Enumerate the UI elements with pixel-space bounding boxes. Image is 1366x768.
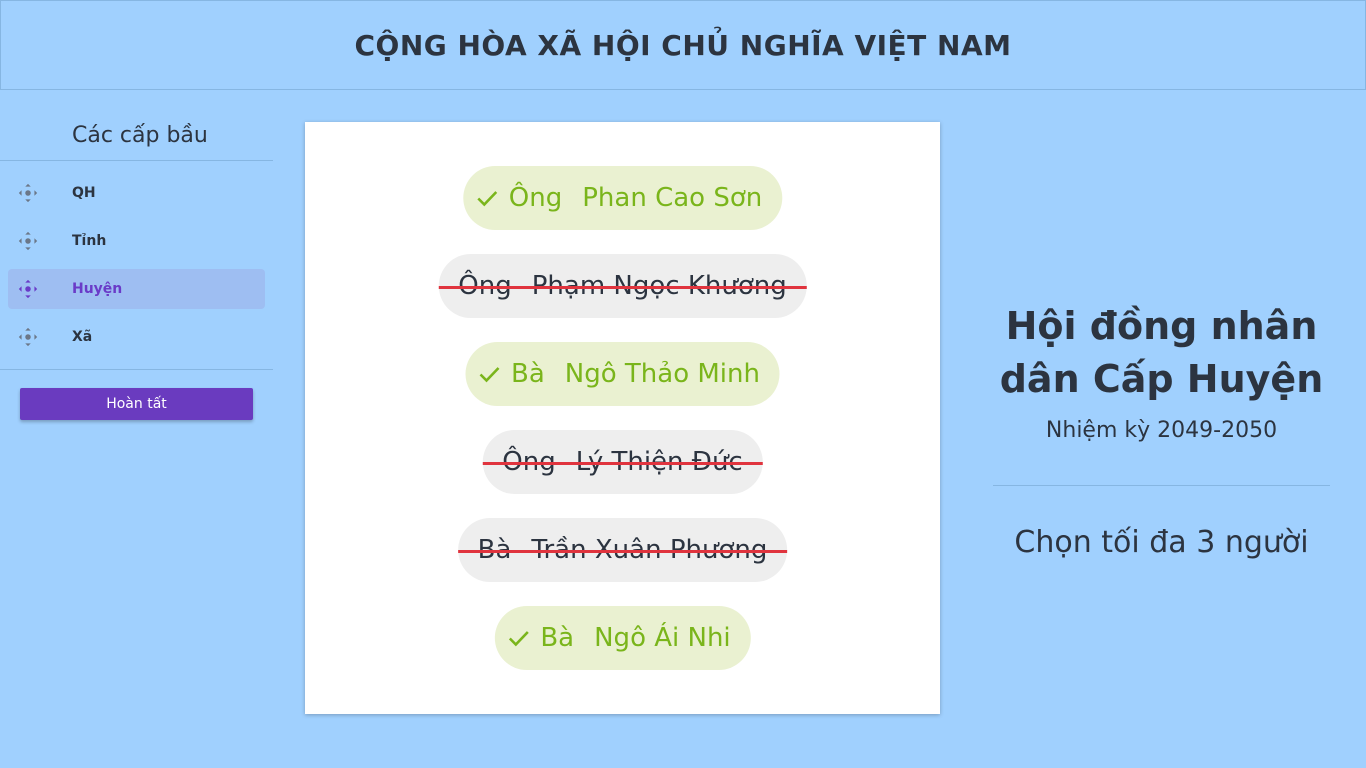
sidebar-heading: Các cấp bầu [72,123,208,148]
sidebar-item-label: QH [72,185,96,201]
strikethrough-line [438,286,807,289]
app-header: CỘNG HÒA XÃ HỘI CHỦ NGHĨA VIỆT NAM [0,0,1366,90]
strikethrough-line [457,550,788,553]
candidate-chip[interactable]: Bà Trần Xuân Phương [457,518,788,582]
sidebar-item-qh[interactable]: QH [8,173,265,213]
strikethrough-line [482,462,763,465]
page-title: CỘNG HÒA XÃ HỘI CHỦ NGHĨA VIỆT NAM [354,28,1012,62]
check-icon [508,631,529,647]
term-label: Nhiệm kỳ 2049-2050 [1045,418,1278,443]
candidate-chip[interactable]: Ông Lý Thiện Đức [482,430,763,494]
sidebar-item-label: Huyện [72,281,123,297]
move-icon [18,231,38,251]
sidebar-item-label: Xã [72,329,93,345]
candidate-name: Ngô Ái Nhi [594,623,731,653]
candidate-chip[interactable]: Ông Phan Cao Sơn [462,166,783,230]
candidate-card: Ông Phan Cao Sơn Ông Phạm Ngọc Khương Bà… [305,122,940,714]
candidate-chip[interactable]: Ông Phạm Ngọc Khương [438,254,807,318]
move-icon [18,183,38,203]
council-title: Hội đồng nhân dân Cấp Huyện [993,300,1330,406]
info-divider [993,485,1330,486]
max-selection-label: Chọn tối đa 3 người [1014,525,1309,560]
council-title-line1: Hội đồng nhân [1005,304,1318,348]
candidate-title: Ông [508,183,563,213]
move-icon [18,327,38,347]
move-icon [18,279,38,299]
candidate-name: Phan Cao Sơn [582,183,763,213]
check-icon [476,191,497,207]
done-button[interactable]: Hoàn tất [20,388,253,420]
candidate-title: Bà [540,623,575,653]
candidate-chip[interactable]: Bà Ngô Thảo Minh [465,342,780,406]
sidebar-item-tinh[interactable]: Tỉnh [8,221,265,261]
council-title-line2: dân Cấp Huyện [999,357,1324,401]
sidebar-divider [0,369,273,370]
sidebar-divider [0,160,273,161]
candidate-title: Bà [511,359,545,389]
candidate-chip[interactable]: Bà Ngô Ái Nhi [494,606,751,670]
sidebar-item-xa[interactable]: Xã [8,317,265,357]
sidebar: Các cấp bầu QH Tỉnh Huyện Xã Hoàn tất [0,90,273,768]
candidate-name: Ngô Thảo Minh [564,359,760,389]
sidebar-item-huyen[interactable]: Huyện [8,269,265,309]
sidebar-item-label: Tỉnh [72,233,107,249]
check-icon [479,367,499,383]
info-panel: Hội đồng nhân dân Cấp Huyện Nhiệm kỳ 204… [993,90,1330,768]
